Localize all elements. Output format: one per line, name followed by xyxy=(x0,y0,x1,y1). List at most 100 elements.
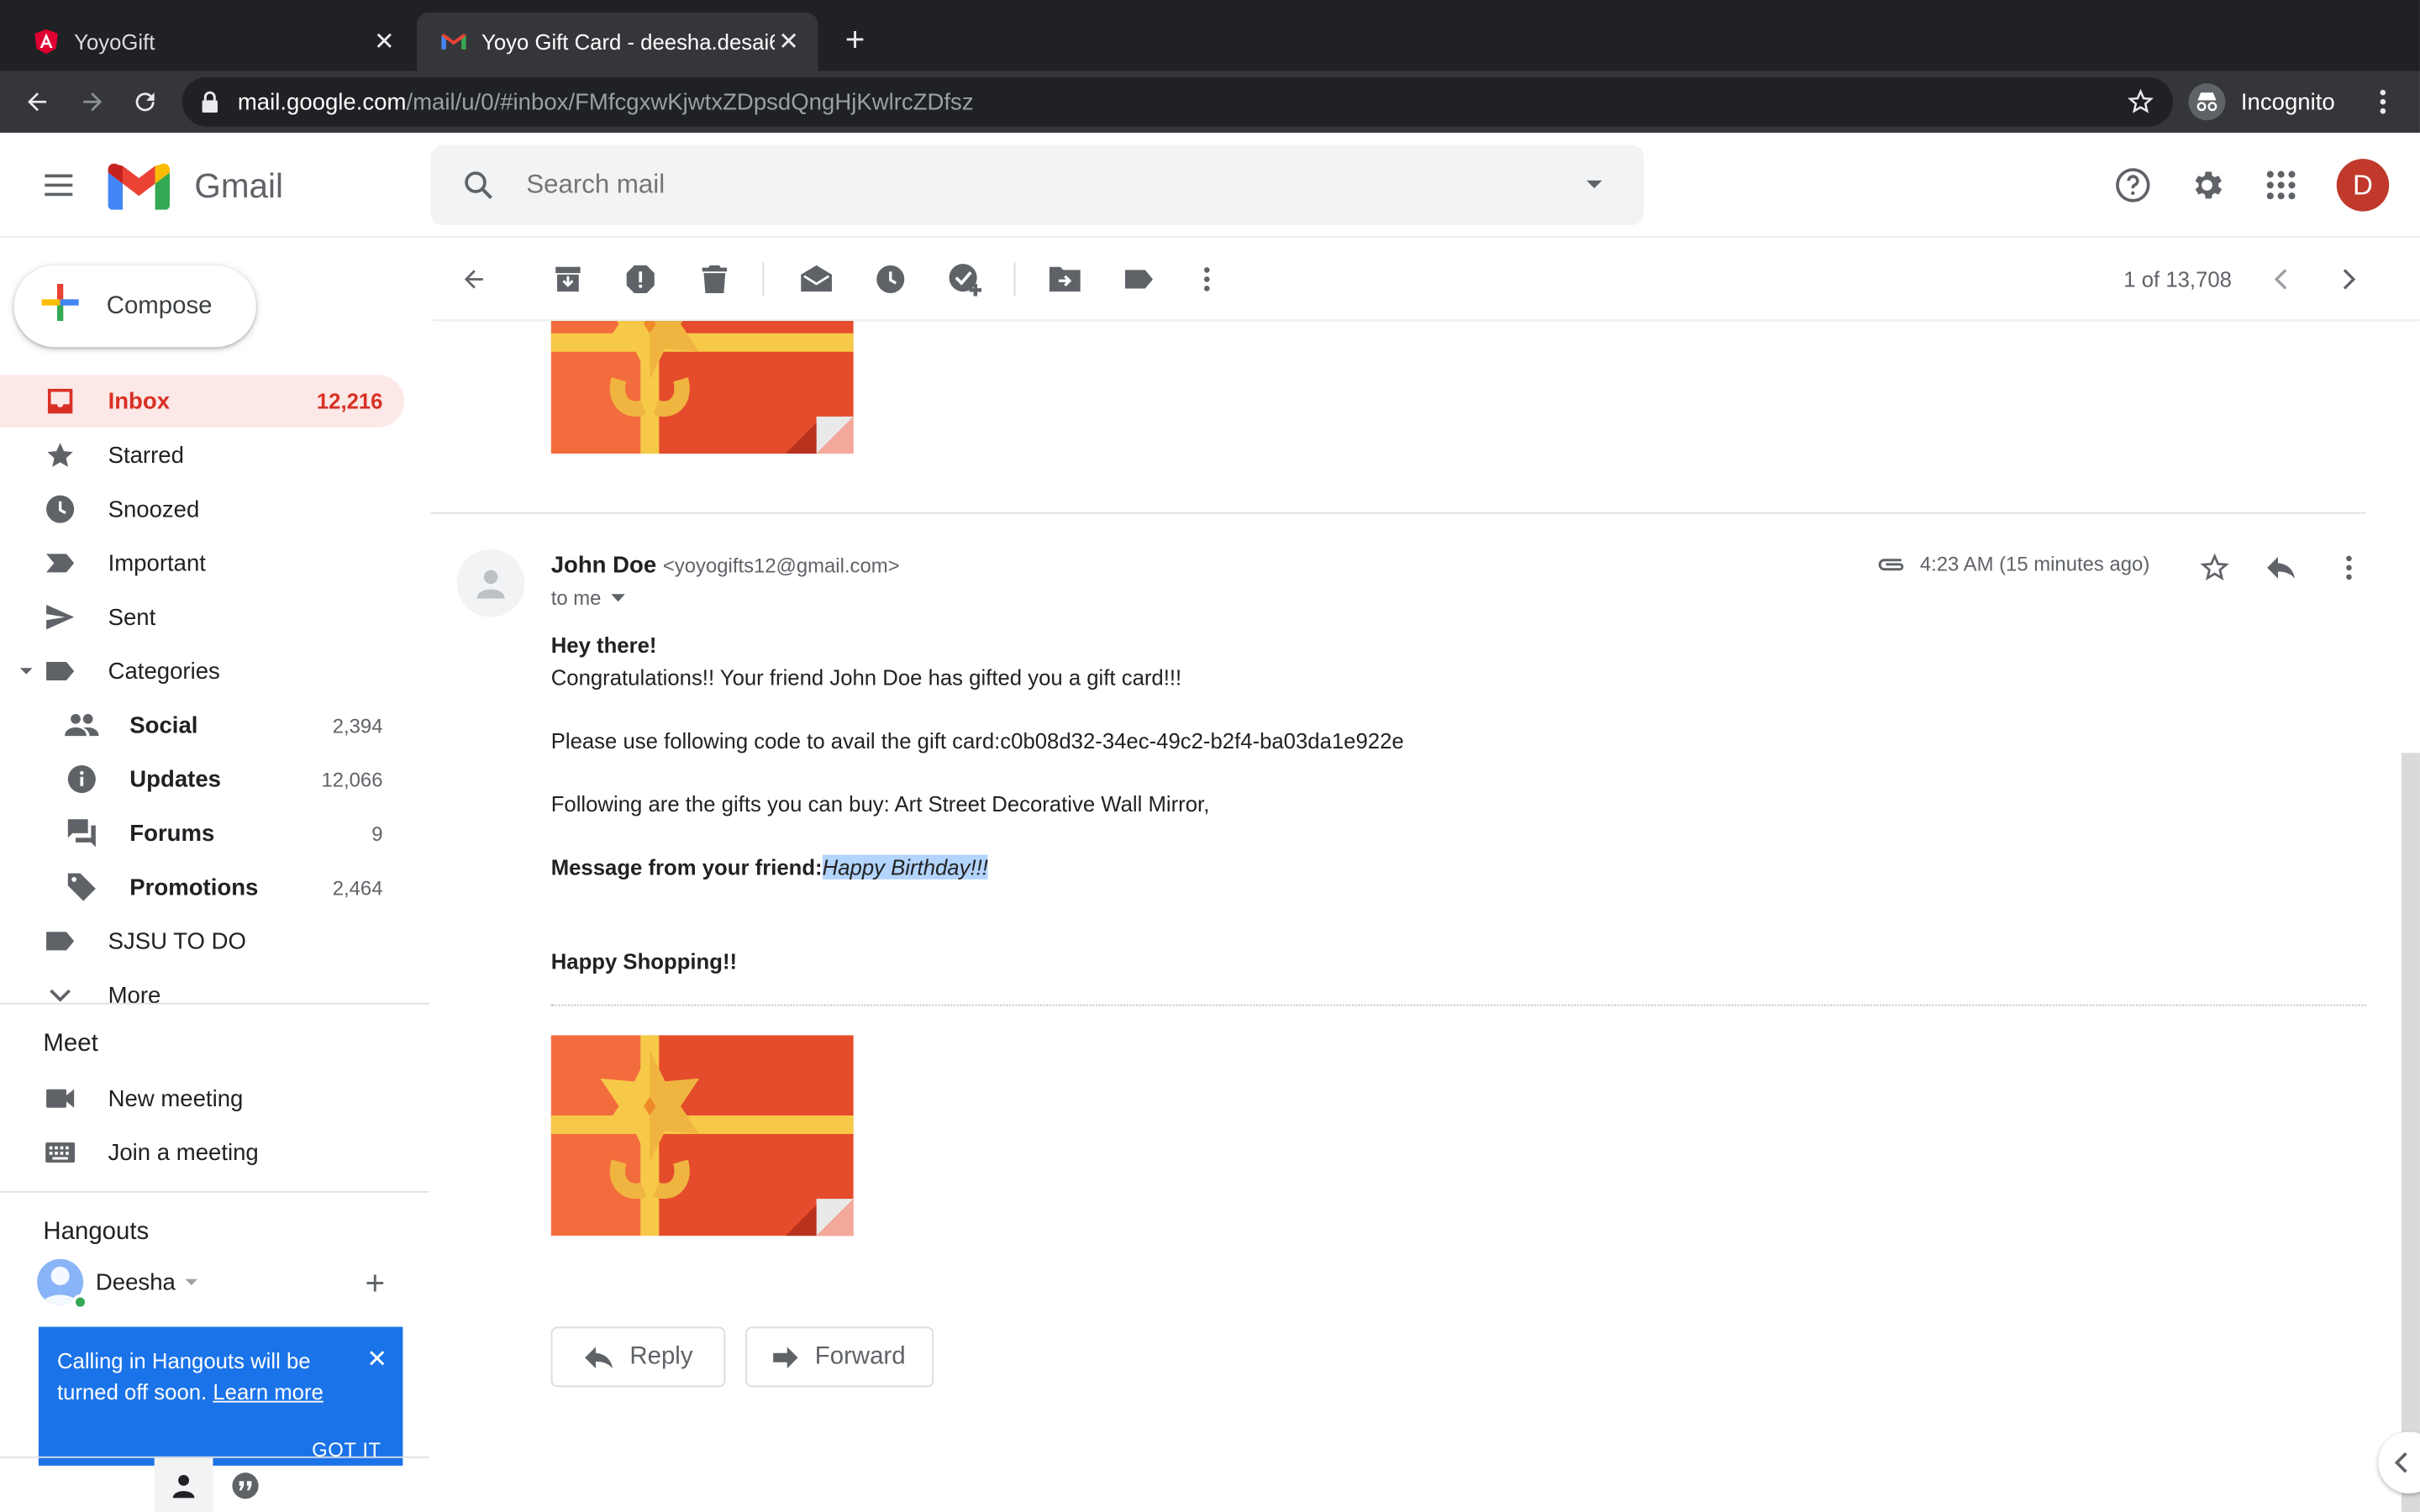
archive-icon[interactable] xyxy=(550,260,587,297)
conversations-quote-icon[interactable] xyxy=(216,1458,275,1512)
report-spam-icon[interactable] xyxy=(622,260,659,297)
back-to-inbox-icon[interactable] xyxy=(455,260,492,297)
sidebar-item-more[interactable]: More xyxy=(0,969,404,1021)
search-bar[interactable] xyxy=(430,144,1644,226)
learn-more-link[interactable]: Learn more xyxy=(213,1379,323,1404)
new-tab-button[interactable]: + xyxy=(836,20,873,59)
online-status-dot xyxy=(72,1294,88,1310)
close-tab-icon[interactable]: ✕ xyxy=(775,28,802,55)
sidebar-item-label: Important xyxy=(108,549,206,577)
sidebar-item-sent[interactable]: Sent xyxy=(0,591,404,643)
main-menu-icon[interactable] xyxy=(40,166,77,203)
close-tab-icon[interactable]: ✕ xyxy=(371,28,398,55)
sidebar-item-important[interactable]: Important xyxy=(0,537,404,589)
incognito-icon xyxy=(2188,83,2226,121)
message-time: 4:23 AM (15 minutes ago) xyxy=(1919,552,2150,576)
add-to-tasks-icon[interactable] xyxy=(946,260,983,297)
bookmark-star-icon[interactable] xyxy=(2127,88,2154,116)
address-bar[interactable]: mail.google.com/mail/u/0/#inbox/FMfcgxwK… xyxy=(182,76,2174,127)
sidebar-divider xyxy=(0,1190,429,1193)
sidebar-item-social[interactable]: Social 2,394 xyxy=(0,699,404,751)
sidebar-item-updates[interactable]: Updates 12,066 xyxy=(0,753,404,805)
more-options-icon[interactable] xyxy=(1188,260,1225,297)
closing-text: Happy Shopping!! xyxy=(550,948,738,974)
close-notice-icon[interactable]: ✕ xyxy=(366,1346,387,1377)
vertical-scrollbar[interactable] xyxy=(2401,753,2420,1512)
gmail-logo[interactable]: Gmail xyxy=(108,163,283,210)
sidebar-item-starred[interactable]: Starred xyxy=(0,429,404,481)
browser-menu-icon[interactable] xyxy=(2365,83,2402,120)
move-to-icon[interactable] xyxy=(1046,260,1083,297)
toolbar-separator xyxy=(762,262,765,297)
help-icon[interactable] xyxy=(2114,166,2151,203)
browser-tab-yoyogift[interactable]: YoyoGift ✕ xyxy=(9,13,413,71)
sidebar-item-forums[interactable]: Forums 9 xyxy=(0,807,404,859)
message-more-options-icon[interactable] xyxy=(2330,549,2367,586)
newer-chevron-left-icon[interactable] xyxy=(2263,260,2300,297)
left-sidebar: Compose Inbox 12,216 Starred Snoozed Imp… xyxy=(0,238,429,1512)
inbox-icon xyxy=(43,384,76,417)
forum-icon xyxy=(65,816,98,850)
delete-trash-icon[interactable] xyxy=(696,260,733,297)
star-message-icon[interactable] xyxy=(2196,549,2233,586)
settings-gear-icon[interactable] xyxy=(2188,166,2225,203)
label-icon[interactable] xyxy=(1120,260,1157,297)
new-meeting-item[interactable]: New meeting xyxy=(0,1073,404,1125)
sender-name[interactable]: John Doe xyxy=(551,553,657,579)
recipient-line[interactable]: to me xyxy=(551,586,624,609)
unread-count: 9 xyxy=(371,822,383,845)
hangouts-user[interactable]: Deesha xyxy=(37,1258,197,1310)
new-conversation-plus-icon[interactable]: + xyxy=(360,1263,391,1302)
snooze-clock-icon[interactable] xyxy=(872,260,909,297)
back-arrow-icon[interactable] xyxy=(15,81,58,123)
label-icon xyxy=(43,654,76,688)
older-chevron-right-icon[interactable] xyxy=(2330,260,2367,297)
apps-grid-icon[interactable] xyxy=(2263,166,2300,203)
forward-arrow-icon[interactable] xyxy=(71,81,113,123)
collapse-caret-icon[interactable] xyxy=(18,664,34,679)
sidebar-item-categories[interactable]: Categories xyxy=(0,645,404,697)
search-input[interactable] xyxy=(526,170,1545,201)
details-caret-icon[interactable] xyxy=(610,594,624,602)
sidebar-item-label: Starred xyxy=(108,442,184,469)
mark-unread-icon[interactable] xyxy=(798,260,835,297)
compose-plus-icon xyxy=(39,281,82,332)
send-icon xyxy=(43,600,76,633)
reply-arrow-icon[interactable] xyxy=(2263,549,2300,586)
gmail-m-icon xyxy=(108,163,171,210)
sidebar-item-inbox[interactable]: Inbox 12,216 xyxy=(0,375,405,428)
compose-button[interactable]: Compose xyxy=(13,265,256,348)
reply-button[interactable]: Reply xyxy=(550,1326,726,1388)
user-dropdown-caret-icon[interactable] xyxy=(184,1278,197,1286)
meet-section-title: Meet xyxy=(43,1030,98,1058)
incognito-indicator[interactable]: Incognito xyxy=(2188,77,2335,127)
account-avatar[interactable]: D xyxy=(2336,159,2390,212)
tag-icon xyxy=(65,870,98,904)
hangouts-username: Deesha xyxy=(95,1268,176,1295)
star-icon xyxy=(43,438,76,472)
browser-tab-gmail[interactable]: Yoyo Gift Card - deesha.desai6 ✕ xyxy=(416,12,818,71)
keyboard-icon xyxy=(43,1136,76,1169)
sidebar-divider xyxy=(0,1002,429,1005)
sidebar-item-sjsu-to-do[interactable]: SJSU TO DO xyxy=(0,915,404,967)
forward-button[interactable]: Forward xyxy=(745,1326,934,1388)
sender-avatar xyxy=(456,549,525,617)
browser-tabstrip: YoyoGift ✕ Yoyo Gift Card - deesha.desai… xyxy=(0,0,2420,71)
message-meta: 4:23 AM (15 minutes ago) xyxy=(1876,552,2150,576)
search-icon[interactable] xyxy=(430,168,526,202)
message-toolbar: 1 of 13,708 xyxy=(430,237,2420,322)
reload-icon[interactable] xyxy=(124,81,166,123)
sidebar-item-label: Sent xyxy=(108,604,156,631)
sidebar-item-snoozed[interactable]: Snoozed xyxy=(0,483,404,535)
sidebar-item-label: Updates xyxy=(129,765,221,793)
sidebar-item-promotions[interactable]: Promotions 2,464 xyxy=(0,861,404,913)
sidebar-item-label: Inbox xyxy=(108,387,171,415)
search-options-dropdown-icon[interactable] xyxy=(1545,179,1644,192)
join-meeting-item[interactable]: Join a meeting xyxy=(0,1126,404,1179)
unread-count: 12,066 xyxy=(321,767,383,791)
new-meeting-label: New meeting xyxy=(108,1085,244,1112)
friend-message-label: Message from your friend: xyxy=(550,854,823,879)
sidebar-item-label: Snoozed xyxy=(108,496,200,522)
contacts-person-icon[interactable] xyxy=(154,1457,213,1512)
attachment-paperclip-icon xyxy=(1876,554,1907,573)
